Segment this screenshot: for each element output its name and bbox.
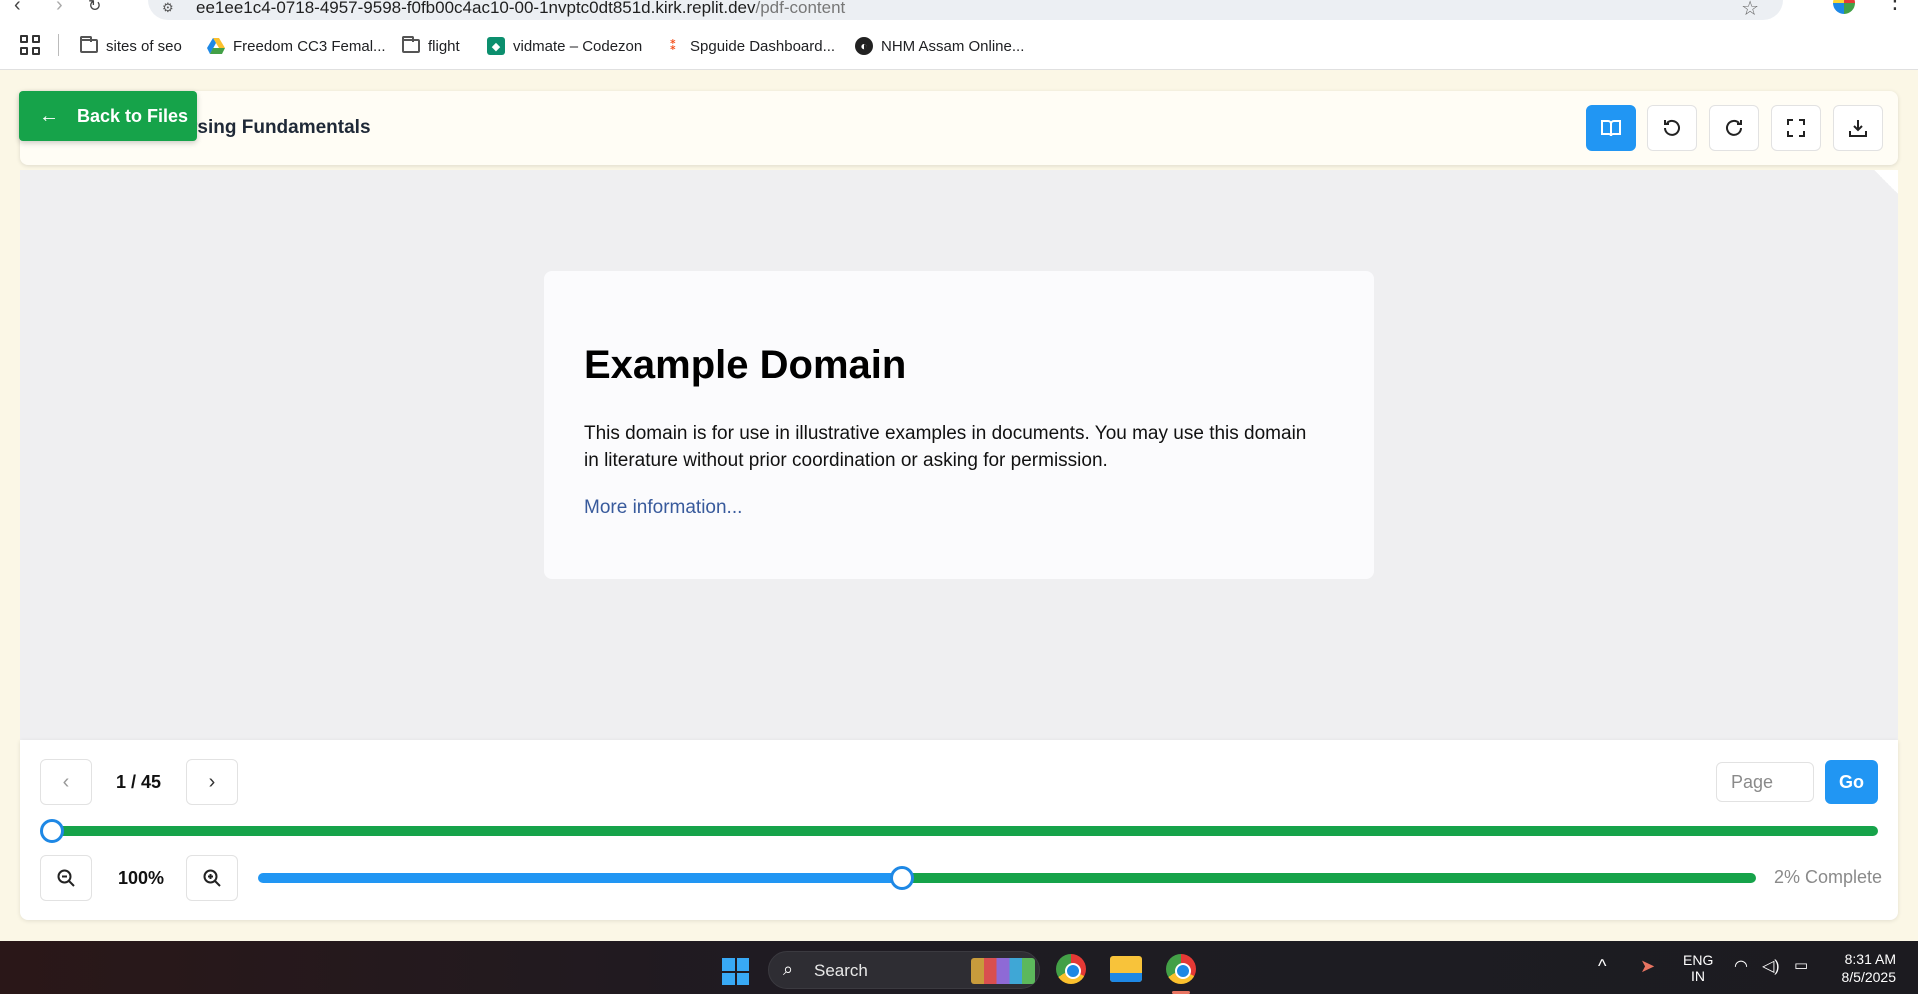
bookmark-spguide[interactable]: ⁑ Spguide Dashboard... [664,34,836,58]
fullscreen-icon [1787,119,1805,137]
zoom-slider-track[interactable] [902,873,1756,883]
bookmark-sites-of-seo[interactable]: sites of seo [80,34,182,58]
vidmate-icon: ◆ [487,37,505,55]
bookmark-label: flight [428,37,460,55]
chevron-left-icon: ‹ [62,770,70,793]
zoom-out-button[interactable] [40,855,92,901]
rotate-right-button[interactable] [1709,105,1759,151]
clock[interactable]: 8:31 AM 8/5/2025 [1834,951,1897,985]
clock-time: 8:31 AM [1844,951,1896,967]
zoom-out-icon [57,869,75,887]
taskbar-search[interactable]: ⌕ Search [768,951,1040,989]
fullscreen-button[interactable] [1771,105,1821,151]
wifi-icon[interactable]: ◠ [1734,956,1748,976]
page-indicator: 1 / 45 [116,772,162,792]
clock-date: 8/5/2025 [1841,969,1897,985]
chevron-up-icon[interactable]: ^ [1598,956,1606,977]
document-viewer[interactable]: Example Domain This domain is for use in… [20,170,1898,740]
chrome-taskbar-icon[interactable] [1055,953,1087,985]
zoom-slider-fill [258,873,902,883]
language-indicator[interactable]: ENG IN [1683,952,1713,984]
google-drive-icon [207,37,225,55]
chrome-active-taskbar-icon[interactable] [1165,953,1197,985]
taskbar-search-label: Search [814,961,868,980]
book-icon [1601,120,1621,137]
bookmark-label: NHM Assam Online... [881,37,1025,55]
forward-arrow-icon[interactable]: › [56,0,63,17]
bookmarks-bar: sites of seo Freedom CC3 Femal... flight… [0,22,1918,70]
page-fold-corner [1874,170,1898,194]
volume-icon[interactable]: ◁) [1762,956,1780,976]
next-page-button[interactable]: › [186,759,238,805]
site-settings-icon[interactable]: ⚙ [162,0,174,16]
apps-grid-icon[interactable] [20,35,42,57]
rotate-left-button[interactable] [1647,105,1697,151]
location-icon[interactable]: ➤ [1640,956,1655,977]
bookmark-flight[interactable]: flight [402,34,460,58]
region-code: IN [1691,968,1705,984]
bookmark-label: vidmate – Codezon [513,37,643,55]
browser-menu-icon[interactable]: ⋮ [1884,0,1906,14]
more-information-link[interactable]: More information... [584,497,742,519]
rotate-left-icon [1664,119,1680,136]
zoom-in-button[interactable] [186,855,238,901]
profile-avatar-icon[interactable] [1833,0,1855,14]
bookmark-label: Spguide Dashboard... [690,37,836,55]
document-title: rsing Fundamentals [190,117,371,138]
back-arrow-icon[interactable]: ‹ [14,0,21,17]
pdf-page: Example Domain This domain is for use in… [544,271,1374,579]
search-icon: ⌕ [783,959,794,979]
download-button[interactable] [1833,105,1883,151]
language-code: ENG [1683,952,1714,968]
globe-icon: ◐ [855,37,873,55]
folder-icon [80,36,98,55]
bookmarks-divider [58,34,59,56]
address-bar[interactable]: ⚙ ee1ee1c4-0718-4957-9598-f0fb00c4ac10-0… [148,0,1783,20]
url-text: ee1ee1c4-0718-4957-9598-f0fb00c4ac10-00-… [196,0,846,17]
chevron-right-icon: › [208,770,216,793]
browser-toolbar: ‹ › ↻ ⚙ ee1ee1c4-0718-4957-9598-f0fb00c4… [0,0,1918,22]
battery-icon[interactable]: ▭ [1794,956,1808,974]
previous-page-button[interactable]: ‹ [40,759,92,805]
arrow-left-icon: ← [39,104,59,127]
taskbar: ⌕ Search ^ ➤ ENG IN ◠ ◁) ▭ 8:31 AM 8/5/2… [0,941,1918,994]
page-slider-thumb[interactable] [40,819,64,843]
bookmark-label: sites of seo [106,37,182,55]
file-explorer-icon[interactable] [1110,953,1142,985]
zoom-in-icon [203,869,221,887]
book-view-button[interactable] [1586,105,1636,151]
rotate-right-icon [1726,119,1742,136]
bookmark-star-icon[interactable]: ☆ [1741,0,1759,21]
windows-start-icon[interactable] [722,958,749,985]
spguide-icon: ⁑ [669,38,677,53]
bookmark-vidmate[interactable]: ◆ vidmate – Codezon [487,34,642,58]
page-slider-track[interactable] [52,826,1878,836]
progress-label: 2% Complete [1774,867,1883,887]
go-button[interactable]: Go [1825,760,1878,804]
download-icon [1849,120,1867,137]
zoom-slider-thumb[interactable] [890,866,914,890]
reload-icon[interactable]: ↻ [88,0,101,16]
back-to-files-button[interactable]: ← Back to Files [19,91,197,141]
page-heading: Example Domain [584,343,907,387]
page-number-input[interactable] [1716,762,1814,802]
bookmark-freedom[interactable]: Freedom CC3 Femal... [207,34,386,58]
zoom-level: 100% [118,868,165,888]
bookmark-nhm-assam[interactable]: ◐ NHM Assam Online... [855,34,1024,58]
back-button-label: Back to Files [77,105,189,126]
folder-icon [402,36,420,55]
bookmark-label: Freedom CC3 Femal... [233,37,386,55]
search-highlight-icon [971,958,1035,984]
page-body-text: This domain is for use in illustrative e… [584,423,1307,471]
